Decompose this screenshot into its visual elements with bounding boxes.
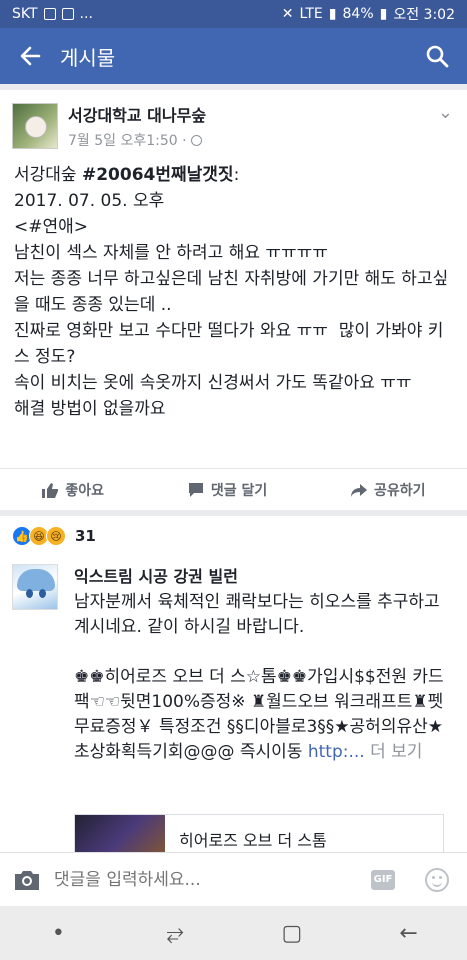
post-card: 서강대학교 대나무숲 7월 5일 오후1:50 · ⌄ 서강대숲 #20064번…: [0, 90, 467, 510]
notification-icon: [43, 8, 56, 20]
battery-label: 84%: [342, 6, 374, 22]
share-label: 공유하기: [374, 482, 426, 499]
gif-button[interactable]: GIF: [371, 869, 395, 890]
page-title: 게시물: [60, 45, 116, 70]
thumbs-up-icon: [42, 482, 59, 498]
comments-section: 👍 😆 😢 31 익스트림 시공 강권 빌런 남자분께서 육체적인 쾌락보다는 …: [0, 516, 467, 866]
more-notifications-icon: ...: [79, 6, 93, 22]
search-button[interactable]: [407, 28, 467, 84]
post-intro-prefix: 서강대숲: [14, 165, 82, 185]
post-options-chevron-icon[interactable]: ⌄: [438, 102, 453, 123]
comment-composer: GIF: [0, 852, 467, 906]
share-arrow-icon: [351, 483, 368, 497]
emoji-icon[interactable]: [425, 867, 449, 892]
camera-icon: [15, 870, 39, 890]
back-nav-icon[interactable]: ←: [379, 906, 439, 960]
comment-label: 댓글 달기: [210, 482, 268, 499]
post-action-bar: 좋아요 댓글 달기 공유하기: [0, 468, 467, 510]
network-label: LTE: [299, 6, 323, 22]
globe-icon: [190, 134, 202, 146]
comment-body: 남자분께서 육체적인 쾌락보다는 히오스를 추구하고 계시네요. 같이 하시길 …: [74, 592, 444, 762]
like-button[interactable]: 좋아요: [41, 480, 104, 500]
see-more-link[interactable]: 더 보기: [365, 742, 422, 762]
reaction-summary[interactable]: 👍 😆 😢 31: [12, 526, 96, 546]
search-icon: [426, 45, 449, 68]
battery-icon: ▮: [379, 6, 388, 22]
comment-bubble-icon: [188, 482, 203, 497]
comment-button[interactable]: 댓글 달기: [187, 480, 267, 500]
link-preview-title: 히어로즈 오브 더 스톰: [179, 831, 327, 850]
post-timestamp[interactable]: 7월 5일 오후1:50 ·: [68, 130, 206, 150]
page-name[interactable]: 서강대학교 대나무숲: [68, 102, 206, 126]
home-icon[interactable]: ▢: [262, 906, 322, 960]
commenter-name[interactable]: 익스트림 시공 강권 빌런: [74, 564, 454, 590]
mute-icon: ✕: [281, 6, 294, 22]
share-button[interactable]: 공유하기: [350, 480, 426, 500]
status-bar: SKT ... ✕ LTE ▮ 84% ▮ 오전 3:02: [0, 0, 467, 28]
system-nav-bar: • ⥂ ▢ ←: [0, 906, 467, 960]
page-avatar[interactable]: [12, 103, 58, 149]
app-bar: 게시물: [0, 28, 467, 84]
back-button[interactable]: [0, 28, 60, 84]
post-time-text: 7월 5일 오후1:50 ·: [68, 133, 187, 149]
comment-input[interactable]: [54, 869, 371, 890]
post-body: 2017. 07. 05. 오후 <#연애> 남친이 섹스 자체를 안 하려고 …: [14, 191, 449, 419]
post-text: 서강대숲 #20064번째날갯짓: 2017. 07. 05. 오후 <#연애>…: [14, 162, 454, 422]
sad-reaction-icon: 😢: [46, 526, 66, 546]
notification-icon: [61, 8, 74, 20]
nav-dot-icon[interactable]: •: [28, 906, 88, 960]
like-label: 좋아요: [65, 482, 105, 499]
signal-icon: ▮: [328, 6, 337, 22]
camera-button[interactable]: [0, 853, 54, 907]
back-arrow-icon: [20, 46, 41, 66]
comment-text: 남자분께서 육체적인 쾌락보다는 히오스를 추구하고 계시네요. 같이 하시길 …: [74, 590, 454, 765]
clock: 오전 3:02: [393, 7, 455, 23]
comment-link[interactable]: http:...: [308, 742, 365, 762]
recent-apps-icon[interactable]: ⥂: [145, 906, 205, 960]
carrier-label: SKT: [12, 6, 38, 22]
reaction-count: 31: [75, 527, 96, 545]
post-intro-suffix: :: [233, 165, 240, 185]
commenter-avatar[interactable]: [12, 564, 58, 610]
post-hashtag[interactable]: #20064번째날갯짓: [82, 165, 234, 185]
post-header: 서강대학교 대나무숲 7월 5일 오후1:50 ·: [12, 102, 206, 150]
